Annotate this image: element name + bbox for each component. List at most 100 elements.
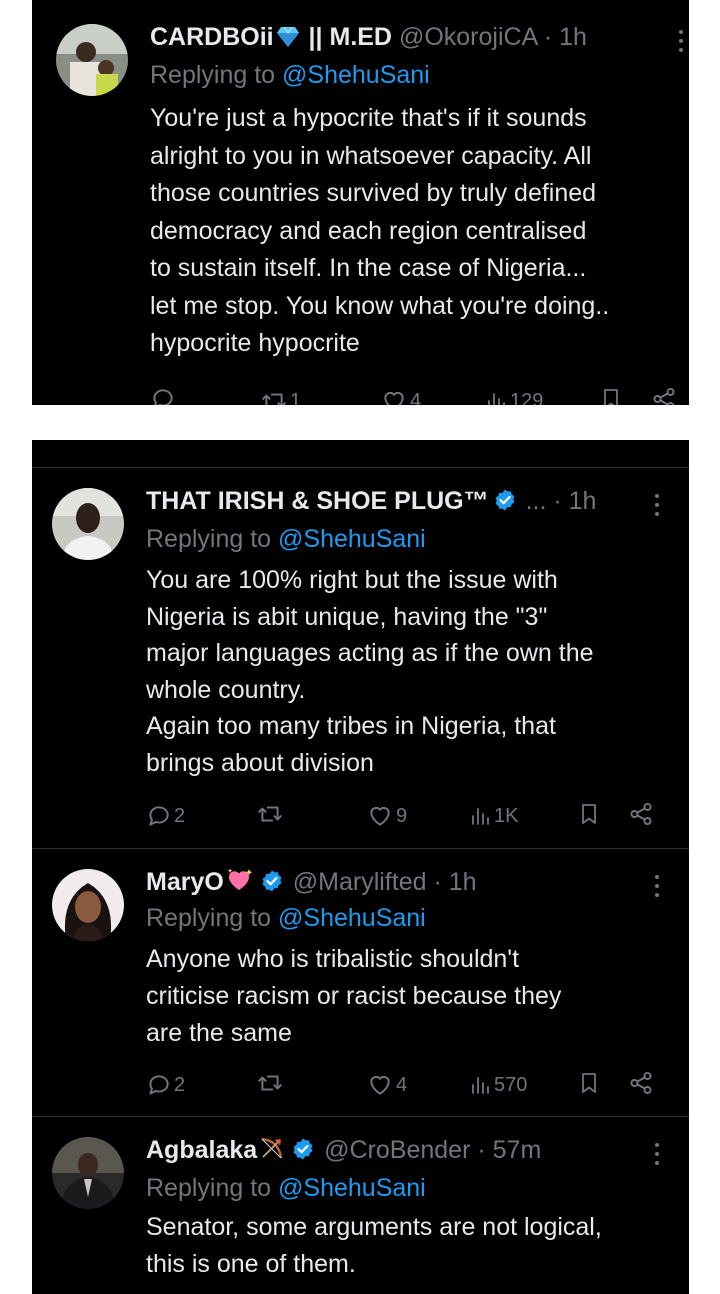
- tweet-irish-shoe-plug[interactable]: THAT IRISH & SHOE PLUG™ ... · 1h Replyin…: [32, 468, 689, 848]
- action-bar: 2 9 1K: [32, 801, 689, 831]
- heart-icon: [370, 806, 390, 826]
- tweet-text-line: Again too many tribes in Nigeria, that: [146, 712, 556, 740]
- tweet-text-line: Anyone who is tribalistic shouldn't: [146, 945, 520, 973]
- replying-to-handle[interactable]: @ShehuSani: [278, 904, 426, 932]
- views-button[interactable]: 570: [468, 1070, 527, 1100]
- replying-to: Replying to @ShehuSani: [146, 901, 426, 935]
- more-options-icon[interactable]: [654, 1143, 660, 1169]
- tweet-text-line: hypocrite hypocrite: [150, 329, 360, 357]
- like-button[interactable]: 9: [366, 801, 407, 831]
- tweet-text: Senator, some arguments are not logical,…: [146, 1209, 602, 1283]
- timestamp[interactable]: · 57m: [477, 1136, 541, 1164]
- retweet-count: 1: [290, 390, 302, 405]
- tweet-text-line: Nigeria is abit unique, having the "3": [146, 602, 548, 631]
- reply-button[interactable]: [150, 386, 176, 405]
- replying-to: Replying to @ShehuSani: [150, 58, 430, 92]
- replying-to-label: Replying to: [150, 61, 283, 89]
- bookmark-button[interactable]: [577, 801, 601, 827]
- tweet-maryo[interactable]: MaryO @Marylifted · 1h Replying to @Sheh…: [32, 849, 689, 1116]
- user-handle[interactable]: @OkorojiCA: [399, 23, 537, 51]
- reply-icon: [149, 806, 169, 826]
- retweet-button[interactable]: 1: [260, 386, 301, 405]
- more-options-icon[interactable]: [654, 875, 660, 901]
- display-name[interactable]: Agbalaka: [146, 1136, 257, 1164]
- view-count: 1K: [494, 805, 519, 827]
- avatar[interactable]: [52, 488, 124, 560]
- tweet-text-line: brings about division: [146, 748, 374, 777]
- tweet-text-line: alright to you in whatsoever capacity. A…: [150, 141, 592, 170]
- bookmark-icon: [604, 389, 618, 405]
- like-count: 4: [396, 1074, 408, 1096]
- replying-to-label: Replying to: [146, 904, 279, 932]
- heart-icon: [370, 1075, 390, 1095]
- replying-to-label: Replying to: [146, 1174, 279, 1202]
- more-options-icon[interactable]: [678, 30, 684, 56]
- tweet-text-line: this is one of them.: [146, 1250, 356, 1278]
- tweet-text-line: to sustain itself. In the case of Nigeri…: [150, 254, 587, 282]
- reply-icon: [153, 389, 173, 405]
- avatar[interactable]: [52, 1137, 124, 1209]
- views-button[interactable]: 1K: [468, 801, 518, 831]
- share-button[interactable]: [651, 386, 677, 405]
- retweet-icon: [258, 806, 282, 822]
- tweet-text-line: major languages acting as if the own the: [146, 639, 594, 667]
- verified-badge-icon: [260, 868, 284, 902]
- avatar[interactable]: [56, 24, 128, 96]
- reply-panel-1: CARDBOii || M.ED @OkorojiCA · 1h Replyin…: [32, 0, 689, 405]
- replying-to-handle[interactable]: @ShehuSani: [282, 61, 430, 89]
- tweet-text-line: criticise racism or racist because they: [146, 982, 562, 1010]
- reply-button[interactable]: 2: [146, 801, 185, 831]
- view-count: 570: [494, 1074, 528, 1096]
- timestamp[interactable]: · 1h: [553, 487, 596, 515]
- tweet-header: MaryO @Marylifted · 1h: [146, 865, 477, 902]
- replying-to: Replying to @ShehuSani: [146, 1171, 426, 1205]
- display-name[interactable]: CARDBOii: [150, 23, 274, 51]
- timestamp[interactable]: · 1h: [544, 23, 587, 51]
- retweet-icon: [262, 393, 286, 405]
- display-name[interactable]: MaryO: [146, 868, 224, 896]
- retweet-button[interactable]: [256, 801, 284, 827]
- verified-badge-icon: [291, 1136, 315, 1170]
- share-icon: [630, 802, 652, 826]
- share-button[interactable]: [628, 801, 654, 827]
- tweet-text-line: You are 100% right but the issue with: [146, 566, 558, 594]
- tweet-text-line: Senator, some arguments are not logical,: [146, 1213, 602, 1241]
- bookmark-icon: [582, 804, 596, 824]
- tweet-text-line: You're just a hypocrite that's if it sou…: [150, 104, 587, 132]
- like-count: 9: [396, 805, 408, 827]
- like-button[interactable]: 4: [366, 1070, 407, 1100]
- user-handle[interactable]: @CroBender: [324, 1136, 470, 1164]
- sparkling-heart-icon: [226, 867, 254, 902]
- avatar[interactable]: [52, 869, 124, 941]
- verified-badge-icon: [493, 487, 517, 521]
- reply-button[interactable]: 2: [146, 1070, 185, 1100]
- tweet-agbalaka[interactable]: Agbalaka @CroBender · 57m Replying to @S…: [32, 1117, 689, 1294]
- like-button[interactable]: 4: [380, 386, 421, 405]
- views-button[interactable]: 129: [484, 386, 543, 405]
- tweet-text: You are 100% right but the issue with Ni…: [146, 562, 594, 781]
- tweet-text-line: are the same: [146, 1019, 292, 1047]
- bookmark-icon: [582, 1073, 596, 1093]
- bookmark-button[interactable]: [599, 386, 623, 405]
- timestamp[interactable]: · 1h: [433, 868, 476, 896]
- tweet-text-line: let me stop. You know what you're doing.…: [150, 291, 610, 320]
- tweet-okorojica[interactable]: CARDBOii || M.ED @OkorojiCA · 1h Replyin…: [32, 0, 689, 405]
- replying-to: Replying to @ShehuSani: [146, 522, 426, 556]
- display-name[interactable]: THAT IRISH & SHOE PLUG™: [146, 487, 489, 515]
- tweet-text-line: democracy and each region centralised: [150, 216, 587, 245]
- more-options-icon[interactable]: [654, 494, 660, 520]
- analytics-icon: [472, 1077, 489, 1094]
- replying-to-handle[interactable]: @ShehuSani: [278, 525, 426, 553]
- retweet-button[interactable]: [256, 1070, 284, 1096]
- tweet-header: CARDBOii || M.ED @OkorojiCA · 1h: [150, 20, 587, 57]
- gem-icon: [276, 23, 300, 57]
- handle-truncated[interactable]: ...: [526, 487, 547, 515]
- reply-count: 2: [174, 805, 186, 827]
- tweet-header: THAT IRISH & SHOE PLUG™ ... · 1h: [146, 484, 596, 521]
- replying-to-handle[interactable]: @ShehuSani: [278, 1174, 426, 1202]
- user-handle[interactable]: @Marylifted: [293, 868, 427, 896]
- bookmark-button[interactable]: [577, 1070, 601, 1096]
- replying-to-label: Replying to: [146, 525, 279, 553]
- share-icon: [630, 1071, 652, 1095]
- share-button[interactable]: [628, 1070, 654, 1096]
